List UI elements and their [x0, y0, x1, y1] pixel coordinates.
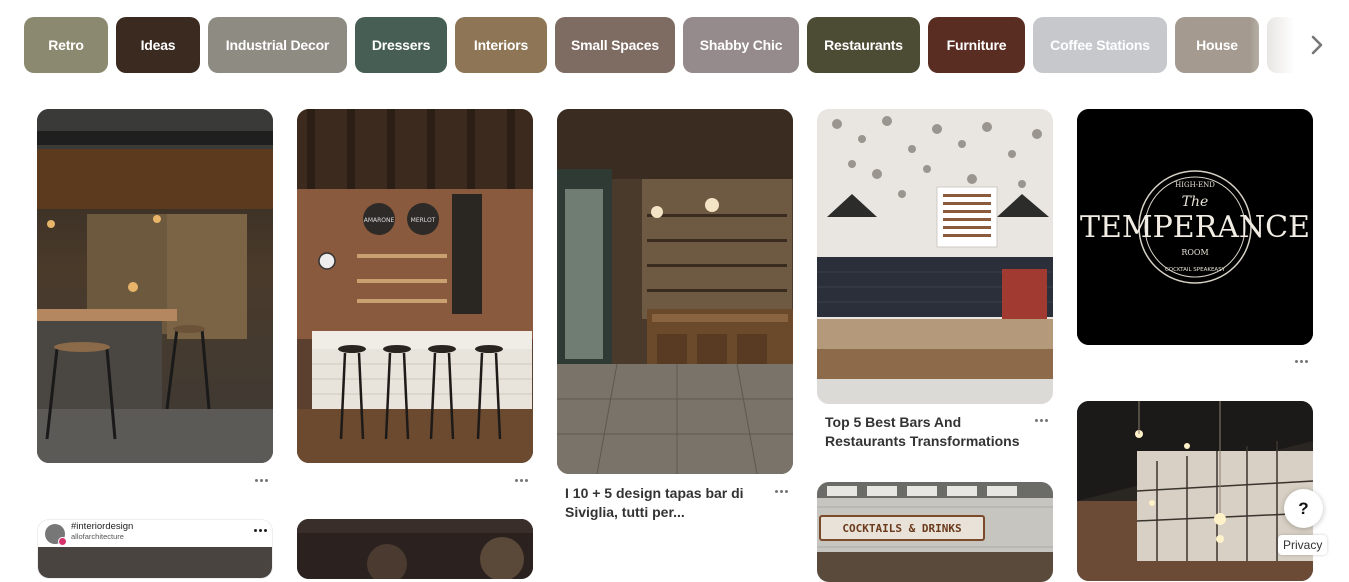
chip-house[interactable]: House — [1175, 17, 1259, 73]
chip-restaurants[interactable]: Restaurants — [807, 17, 920, 73]
pin-image — [817, 109, 1053, 404]
chip-furniture[interactable]: Furniture — [928, 17, 1025, 73]
chip-interiors[interactable]: Interiors — [455, 17, 547, 73]
instagram-icon — [58, 537, 67, 546]
pin-image — [557, 109, 793, 474]
barrel-label-2: MERLOT — [411, 217, 436, 224]
pin-cafe-cups[interactable] — [817, 109, 1053, 404]
pin-image — [38, 547, 272, 578]
pin-image: COCKTAILS & DRINKS — [817, 482, 1053, 582]
pin-image: HIGH-END The TEMPERANCE ROOM COCKTAIL SP… — [1077, 109, 1313, 345]
chevron-right-icon[interactable] — [1304, 30, 1330, 60]
pin-temperance-logo[interactable]: HIGH-END The TEMPERANCE ROOM COCKTAIL SP… — [1077, 109, 1313, 345]
logo-bottom-text: COCKTAIL SPEAKEASY — [1165, 267, 1226, 273]
pin-interiordesign[interactable]: #interiordesign allofarchitecture — [37, 519, 273, 579]
privacy-link[interactable]: Privacy — [1278, 535, 1328, 555]
pin-more-options-button[interactable] — [1289, 354, 1313, 368]
help-button[interactable]: ? — [1284, 489, 1323, 528]
logo-main-text: TEMPERANCE — [1080, 210, 1310, 245]
cocktails-sign: COCKTAILS & DRINKS — [842, 522, 961, 535]
post-more-options-button[interactable] — [248, 523, 272, 537]
pin-brick-bar[interactable]: AMARONE MERLOT — [297, 109, 533, 463]
pin-image — [37, 109, 273, 463]
chip-fade-overlay — [1250, 17, 1349, 73]
category-chip-bar: Retro Ideas Industrial Decor Dressers In… — [24, 17, 1334, 73]
chip-dressers[interactable]: Dressers — [355, 17, 447, 73]
chip-small-spaces[interactable]: Small Spaces — [555, 17, 675, 73]
chip-retro[interactable]: Retro — [24, 17, 108, 73]
chip-industrial-decor[interactable]: Industrial Decor — [208, 17, 347, 73]
pin-title[interactable]: Top 5 Best Bars And Restaurants Transfor… — [825, 413, 1025, 451]
pin-image — [297, 519, 533, 579]
pin-more-options-button[interactable] — [769, 484, 793, 498]
avatar — [45, 524, 67, 546]
logo-the-text: The — [1182, 194, 1209, 210]
chip-coffee-stations[interactable]: Coffee Stations — [1033, 17, 1167, 73]
logo-top-text: HIGH-END — [1175, 181, 1215, 189]
pin-more-options-button[interactable] — [249, 473, 273, 487]
barrel-label-1: AMARONE — [364, 217, 395, 224]
pin-dark-bar[interactable] — [297, 519, 533, 579]
hashtag-text: #interiordesign — [71, 521, 134, 532]
chip-ideas[interactable]: Ideas — [116, 17, 200, 73]
pin-more-options-button[interactable] — [1029, 413, 1053, 427]
pin-title[interactable]: I 10 + 5 design tapas bar di Siviglia, t… — [565, 484, 765, 522]
pin-bar-lights[interactable] — [1077, 401, 1313, 581]
pin-image: AMARONE MERLOT — [297, 109, 533, 463]
pin-cocktails-drinks[interactable]: COCKTAILS & DRINKS — [817, 482, 1053, 582]
pin-more-options-button[interactable] — [509, 473, 533, 487]
account-name: allofarchitecture — [71, 532, 124, 541]
pin-industrial-bar[interactable] — [37, 109, 273, 463]
logo-room-text: ROOM — [1181, 248, 1208, 257]
pin-tapas-bar[interactable] — [557, 109, 793, 474]
pin-image — [1077, 401, 1313, 581]
chip-shabby-chic[interactable]: Shabby Chic — [683, 17, 799, 73]
